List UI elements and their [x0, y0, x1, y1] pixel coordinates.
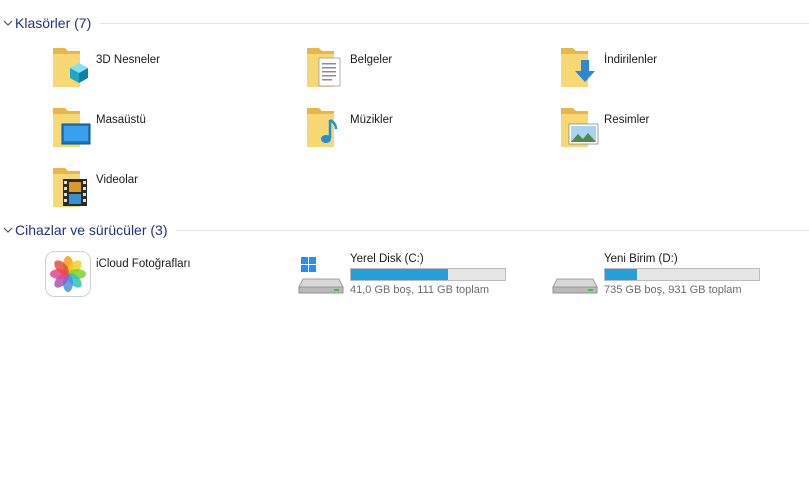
group-divider [99, 22, 809, 24]
group-title: Klasörler (7) [15, 15, 92, 31]
drive-c[interactable]: Yerel Disk (C:) 41,0 GB boş, 111 GB topl… [298, 249, 506, 303]
folder-documents[interactable]: Belgeler [304, 44, 392, 92]
documents-icon [304, 44, 346, 92]
folder-label: Videolar [96, 174, 138, 186]
group-title: Cihazlar ve sürücüler (3) [15, 222, 168, 238]
folder-videos[interactable]: Videolar [50, 164, 138, 212]
3d-objects-icon [50, 44, 92, 92]
chevron-down-icon [3, 227, 13, 233]
downloads-icon [558, 44, 600, 92]
folder-pictures[interactable]: Resimler [558, 104, 649, 152]
hard-drive-icon [552, 255, 600, 303]
folder-downloads[interactable]: İndirilenler [558, 44, 657, 92]
drive-usage-bar [350, 268, 506, 281]
folder-desktop[interactable]: Masaüstü [50, 104, 146, 152]
folder-label: 3D Nesneler [96, 54, 160, 66]
drive-usage-bar [604, 268, 760, 281]
folder-music[interactable]: Müzikler [304, 104, 393, 152]
icloud-photos-icon [44, 250, 92, 298]
drive-name: Yerel Disk (C:) [350, 253, 424, 265]
music-icon [304, 104, 346, 152]
device-icloud-photos[interactable]: iCloud Fotoğrafları [44, 250, 191, 298]
folder-label: İndirilenler [604, 54, 658, 66]
folder-label: Müzikler [350, 114, 393, 126]
folder-3d-objects[interactable]: 3D Nesneler [50, 44, 160, 92]
videos-icon [50, 164, 92, 212]
windows-drive-icon [298, 255, 346, 303]
group-header-folders[interactable]: Klasörler (7) [0, 13, 809, 33]
group-divider [175, 229, 809, 231]
device-label: iCloud Fotoğrafları [96, 258, 191, 270]
drive-name: Yeni Birim (D:) [604, 253, 678, 265]
group-header-devices[interactable]: Cihazlar ve sürücüler (3) [0, 220, 809, 240]
folder-label: Resimler [604, 114, 650, 126]
drive-d[interactable]: Yeni Birim (D:) 735 GB boş, 931 GB topla… [552, 249, 760, 303]
folder-label: Belgeler [350, 54, 393, 66]
chevron-down-icon [3, 20, 13, 26]
folder-label: Masaüstü [96, 114, 146, 126]
pictures-icon [558, 104, 600, 152]
drive-free-text: 41,0 GB boş, 111 GB toplam [350, 284, 490, 296]
drive-free-text: 735 GB boş, 931 GB toplam [604, 284, 742, 296]
desktop-icon [50, 104, 92, 152]
